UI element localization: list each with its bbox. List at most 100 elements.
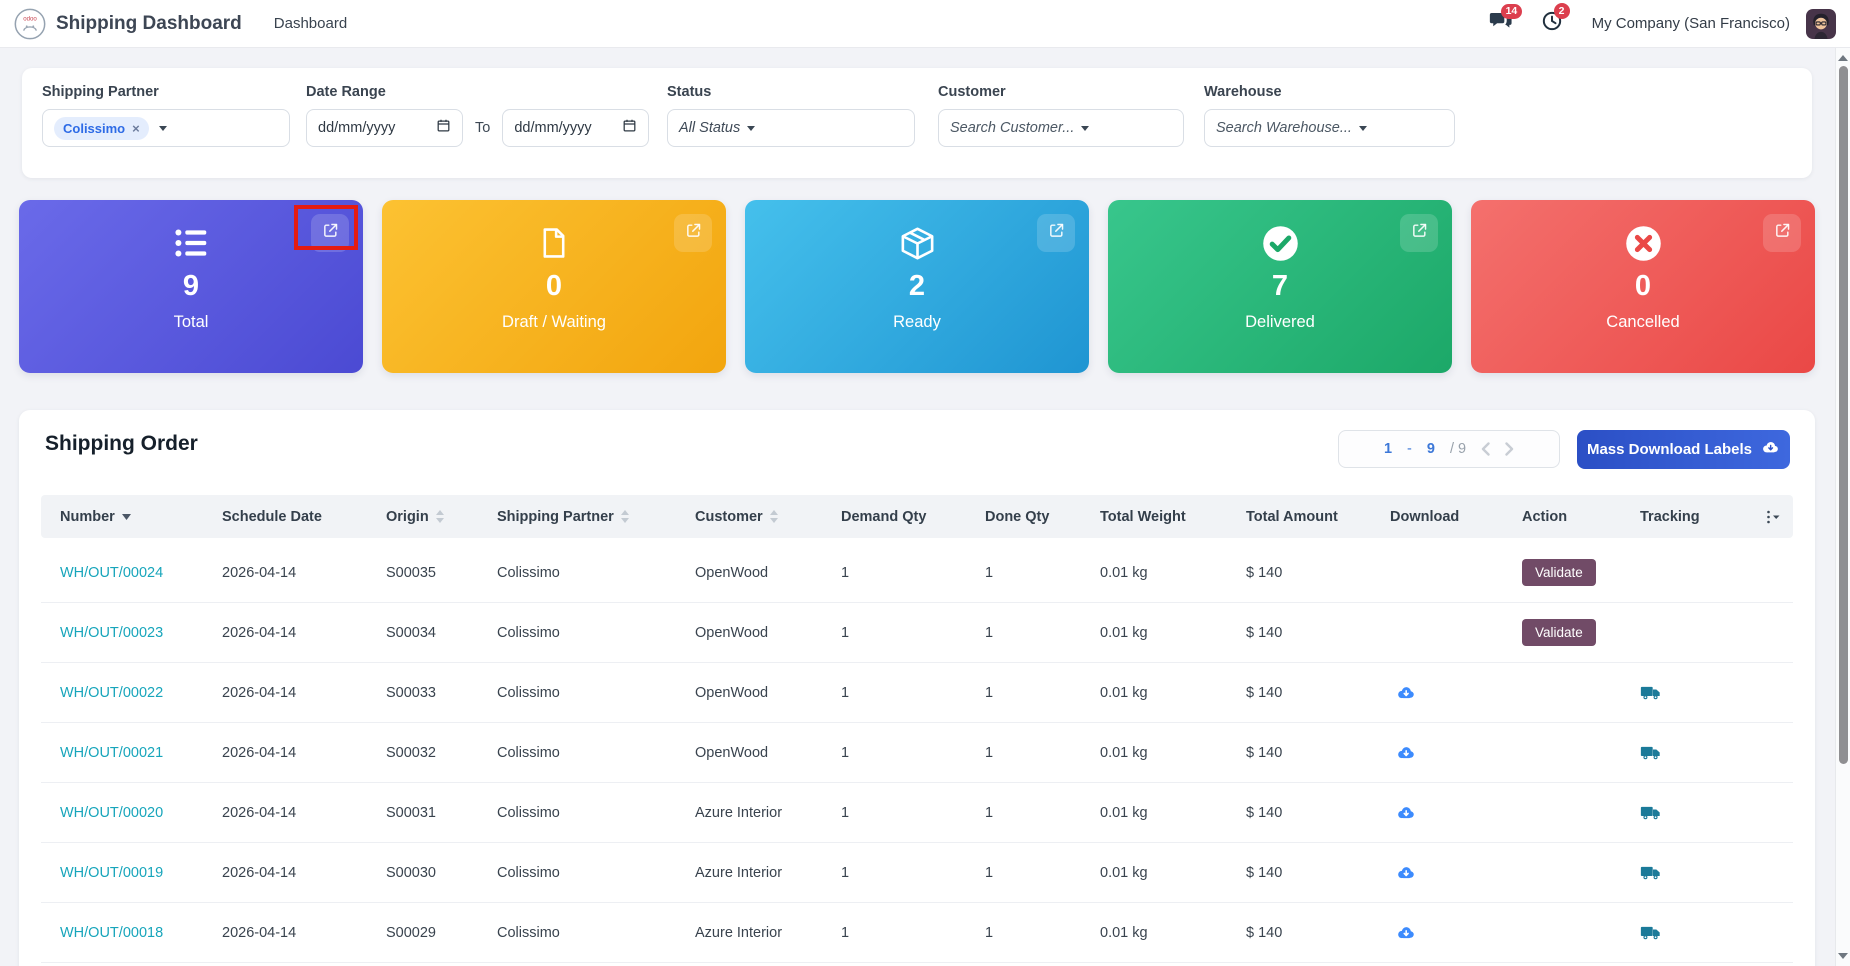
- column-label: Tracking: [1640, 509, 1700, 525]
- total-card[interactable]: 9Total: [19, 200, 363, 373]
- customer-search-input[interactable]: Search Customer...: [938, 109, 1184, 147]
- cloud-download-icon[interactable]: [1390, 923, 1416, 943]
- ready-card[interactable]: 2Ready: [745, 200, 1089, 373]
- shipping-partner-label: Shipping Partner: [42, 84, 290, 100]
- date-from-input[interactable]: dd/mm/yyyy: [306, 109, 463, 147]
- shipping-partner-input[interactable]: Colissimo ×: [42, 109, 290, 147]
- cloud-download-icon[interactable]: [1390, 803, 1416, 823]
- customer-label: Customer: [938, 84, 1184, 100]
- total-weight: 0.01 kg: [1100, 925, 1148, 941]
- vertical-scrollbar[interactable]: [1835, 48, 1850, 966]
- warehouse-search-input[interactable]: Search Warehouse...: [1204, 109, 1455, 147]
- shipping-partner-tag[interactable]: Colissimo ×: [54, 117, 149, 140]
- column-options-icon[interactable]: [1765, 509, 1793, 525]
- demand-qty: 1: [841, 625, 849, 641]
- company-switcher[interactable]: My Company (San Francisco): [1592, 15, 1790, 32]
- truck-icon[interactable]: [1640, 742, 1661, 763]
- page-range-start[interactable]: 1: [1384, 441, 1392, 457]
- scroll-up-arrow-icon[interactable]: [1838, 55, 1848, 61]
- origin: S00029: [386, 925, 436, 941]
- external-link-button[interactable]: [1763, 214, 1801, 252]
- column-header-shipping-partner[interactable]: Shipping Partner: [497, 509, 695, 525]
- column-label: Total Weight: [1100, 509, 1186, 525]
- date-range-label: Date Range: [306, 84, 649, 100]
- activities-button[interactable]: 2: [1542, 11, 1562, 36]
- order-number-link[interactable]: WH/OUT/00021: [60, 745, 163, 761]
- scroll-down-arrow-icon[interactable]: [1838, 953, 1848, 959]
- column-header-schedule-date: Schedule Date: [222, 509, 386, 525]
- column-label: Customer: [695, 509, 763, 525]
- total-amount: $ 140: [1246, 805, 1282, 821]
- column-header-customer[interactable]: Customer: [695, 509, 841, 525]
- demand-qty: 1: [841, 565, 849, 581]
- calendar-icon[interactable]: [622, 118, 637, 138]
- cloud-download-icon[interactable]: [1390, 683, 1416, 703]
- total-amount: $ 140: [1246, 745, 1282, 761]
- column-header-number[interactable]: Number: [60, 509, 222, 525]
- next-page-icon[interactable]: [1505, 442, 1514, 456]
- demand-qty: 1: [841, 745, 849, 761]
- menu-dashboard[interactable]: Dashboard: [274, 15, 347, 32]
- prev-page-icon[interactable]: [1481, 442, 1490, 456]
- truck-icon[interactable]: [1640, 862, 1661, 883]
- sort-both-icon: [621, 510, 629, 523]
- external-link-button[interactable]: [674, 214, 712, 252]
- external-link-button[interactable]: [1400, 214, 1438, 252]
- external-link-button[interactable]: [311, 214, 349, 252]
- scrollbar-thumb[interactable]: [1839, 66, 1848, 764]
- draft-waiting-card[interactable]: 0Draft / Waiting: [382, 200, 726, 373]
- column-header-download: Download: [1390, 509, 1522, 525]
- shipping-partner: Colissimo: [497, 865, 560, 881]
- sort-desc-icon: [122, 514, 131, 520]
- card-value: 2: [909, 271, 925, 303]
- column-header-done-qty: Done Qty: [985, 509, 1100, 525]
- total-weight: 0.01 kg: [1100, 565, 1148, 581]
- order-number-link[interactable]: WH/OUT/00019: [60, 865, 163, 881]
- order-number-link[interactable]: WH/OUT/00022: [60, 685, 163, 701]
- cancelled-card[interactable]: 0Cancelled: [1471, 200, 1815, 373]
- date-from-value: dd/mm/yyyy: [318, 120, 395, 136]
- column-label: Done Qty: [985, 509, 1049, 525]
- activity-count-badge: 2: [1554, 3, 1570, 19]
- order-number-link[interactable]: WH/OUT/00023: [60, 625, 163, 641]
- tag-remove-icon[interactable]: ×: [132, 121, 140, 136]
- cloud-download-icon[interactable]: [1390, 863, 1416, 883]
- cloud-download-icon[interactable]: [1390, 743, 1416, 763]
- status-filter: Status All Status: [667, 84, 915, 147]
- truck-icon[interactable]: [1640, 682, 1661, 703]
- user-avatar[interactable]: [1806, 9, 1836, 39]
- status-value: All Status: [679, 120, 740, 136]
- page-range-end[interactable]: 9: [1427, 441, 1435, 457]
- x-circle-icon: [1625, 222, 1662, 264]
- validate-button[interactable]: Validate: [1522, 559, 1596, 586]
- shipping-partner: Colissimo: [497, 685, 560, 701]
- schedule-date: 2026-04-14: [222, 925, 296, 941]
- truck-icon[interactable]: [1640, 922, 1661, 943]
- origin: S00030: [386, 865, 436, 881]
- order-number-link[interactable]: WH/OUT/00018: [60, 925, 163, 941]
- origin: S00033: [386, 685, 436, 701]
- calendar-icon[interactable]: [436, 118, 451, 138]
- order-number-link[interactable]: WH/OUT/00024: [60, 565, 163, 581]
- column-header-total-weight: Total Weight: [1100, 509, 1246, 525]
- external-link-button[interactable]: [1037, 214, 1075, 252]
- order-number-link[interactable]: WH/OUT/00020: [60, 805, 163, 821]
- messages-button[interactable]: 14: [1489, 12, 1512, 36]
- validate-button[interactable]: Validate: [1522, 619, 1596, 646]
- date-to-input[interactable]: dd/mm/yyyy: [502, 109, 649, 147]
- cloud-download-icon: [1761, 438, 1780, 461]
- column-header-origin[interactable]: Origin: [386, 509, 497, 525]
- status-select[interactable]: All Status: [667, 109, 915, 147]
- customer: OpenWood: [695, 685, 768, 701]
- done-qty: 1: [985, 685, 993, 701]
- column-label: Action: [1522, 509, 1567, 525]
- sort-both-icon: [770, 510, 778, 523]
- mass-download-labels-button[interactable]: Mass Download Labels: [1577, 430, 1790, 469]
- mass-download-label: Mass Download Labels: [1587, 441, 1752, 458]
- odoo-logo-icon[interactable]: odoo: [14, 8, 46, 40]
- file-icon: [537, 222, 571, 264]
- delivered-card[interactable]: 7Delivered: [1108, 200, 1452, 373]
- schedule-date: 2026-04-14: [222, 865, 296, 881]
- done-qty: 1: [985, 925, 993, 941]
- truck-icon[interactable]: [1640, 802, 1661, 823]
